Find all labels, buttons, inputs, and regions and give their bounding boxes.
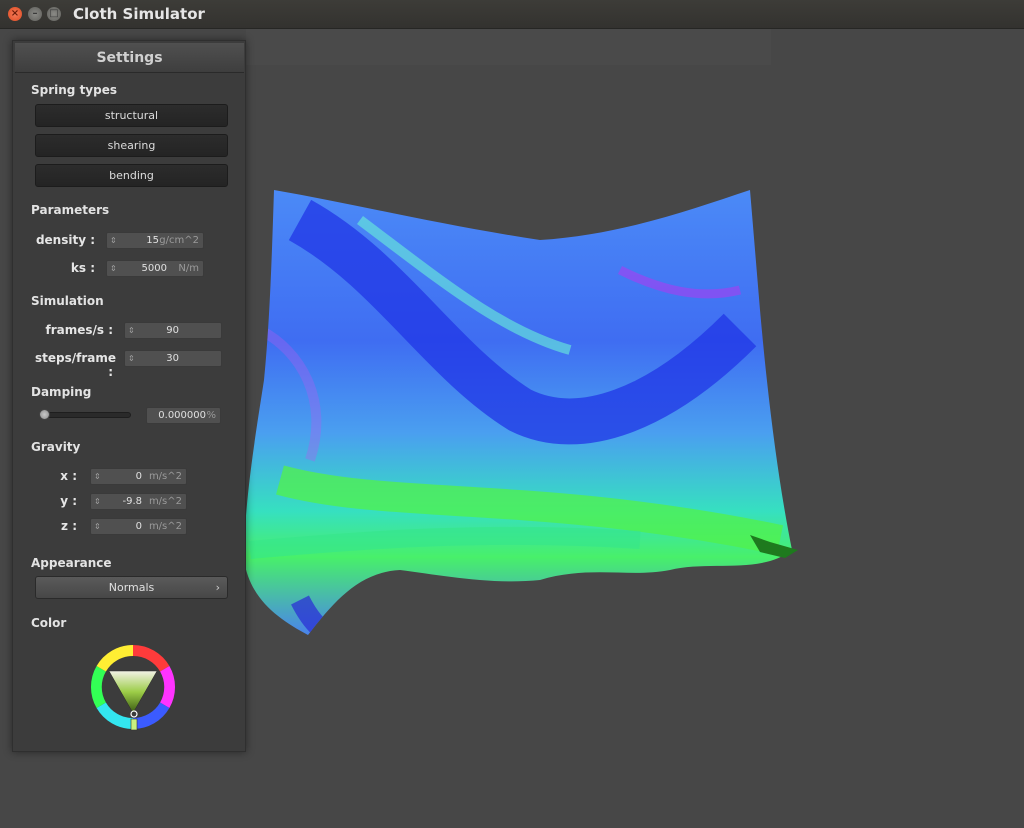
spring-types-heading: Spring types: [31, 83, 118, 97]
spinner-arrows-icon[interactable]: ⇕: [128, 351, 135, 366]
damping-value: 0.000000: [158, 410, 206, 421]
damping-value-field[interactable]: 0.000000 %: [146, 407, 221, 424]
steps-label: steps/frame :: [35, 351, 117, 379]
spinner-arrows-icon[interactable]: ⇕: [94, 519, 101, 534]
settings-panel: Settings Spring types structural shearin…: [12, 40, 246, 752]
gravity-x-unit: m/s^2: [148, 471, 182, 482]
ks-value: 5000: [141, 263, 167, 274]
hue-selector-handle[interactable]: [130, 718, 138, 731]
spinner-arrows-icon[interactable]: ⇕: [110, 261, 117, 276]
cloth-surface: [244, 190, 792, 635]
appearance-dropdown[interactable]: Normals ›: [35, 576, 228, 599]
spinner-arrows-icon[interactable]: ⇕: [110, 233, 117, 248]
gravity-y-input[interactable]: ⇕ -9.8 m/s^2: [90, 493, 187, 510]
spinner-arrows-icon[interactable]: ⇕: [94, 469, 101, 484]
damping-slider-track[interactable]: [39, 412, 131, 418]
gravity-x-label: x :: [60, 469, 77, 483]
gravity-heading: Gravity: [31, 440, 81, 454]
spinner-arrows-icon[interactable]: ⇕: [128, 323, 135, 338]
gravity-x-value: 0: [135, 471, 142, 482]
damping-slider-handle[interactable]: [39, 409, 50, 420]
structural-button[interactable]: structural: [35, 104, 228, 127]
steps-input[interactable]: ⇕ 30: [124, 350, 222, 367]
density-label: density :: [35, 233, 95, 247]
spinner-arrows-icon[interactable]: ⇕: [94, 494, 101, 509]
color-wheel[interactable]: [87, 641, 179, 733]
gravity-z-label: z :: [61, 519, 77, 533]
cloth-mesh-render[interactable]: [240, 180, 810, 640]
viewport-backdrop: [246, 29, 771, 65]
density-value: 15: [146, 235, 159, 246]
fps-input[interactable]: ⇕ 90: [124, 322, 222, 339]
maximize-icon[interactable]: □: [47, 7, 61, 21]
density-unit: g/cm^2: [159, 235, 199, 246]
appearance-heading: Appearance: [31, 556, 112, 570]
gravity-z-input[interactable]: ⇕ 0 m/s^2: [90, 518, 187, 535]
ks-input[interactable]: ⇕ 5000 N/m: [106, 260, 204, 277]
density-input[interactable]: ⇕ 15 g/cm^2: [106, 232, 204, 249]
parameters-heading: Parameters: [31, 203, 110, 217]
fps-label: frames/s :: [45, 323, 113, 337]
steps-value: 30: [166, 353, 179, 364]
gravity-z-value: 0: [135, 521, 142, 532]
appearance-selected: Normals: [108, 581, 155, 594]
damping-heading: Damping: [31, 385, 92, 399]
gravity-y-value: -9.8: [122, 496, 142, 507]
window-titlebar: × – □ Cloth Simulator: [0, 0, 1024, 29]
ks-label: ks :: [70, 261, 95, 275]
saturation-triangle[interactable]: [108, 670, 158, 714]
gravity-z-unit: m/s^2: [148, 521, 182, 532]
minimize-icon[interactable]: –: [28, 7, 42, 21]
gravity-y-unit: m/s^2: [148, 496, 182, 507]
gravity-y-label: y :: [60, 494, 77, 508]
simulation-heading: Simulation: [31, 294, 104, 308]
gravity-x-input[interactable]: ⇕ 0 m/s^2: [90, 468, 187, 485]
bending-button[interactable]: bending: [35, 164, 228, 187]
chevron-right-icon: ›: [215, 581, 220, 594]
settings-panel-title[interactable]: Settings: [15, 43, 244, 73]
ks-unit: N/m: [178, 263, 199, 274]
color-heading: Color: [31, 616, 67, 630]
damping-unit: %: [206, 410, 216, 421]
window-title: Cloth Simulator: [73, 5, 205, 23]
fps-value: 90: [166, 325, 179, 336]
close-icon[interactable]: ×: [8, 7, 22, 21]
color-selector-handle[interactable]: [130, 710, 138, 718]
shearing-button[interactable]: shearing: [35, 134, 228, 157]
